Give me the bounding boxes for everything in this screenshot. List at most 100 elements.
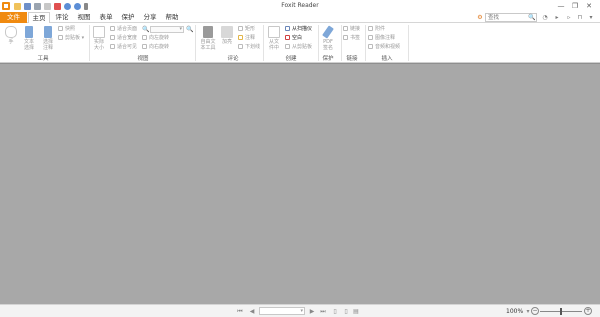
rectangle-button[interactable]: 矩形 [238,26,255,33]
fit-width-button[interactable]: 适合宽度 [110,35,137,42]
next-page-icon[interactable]: ▶ [308,308,316,315]
highlight-icon [221,26,233,38]
zoom-tool-icon[interactable]: 🔍 [142,26,149,33]
group-label-create: 创建 [285,56,297,62]
search-icon[interactable]: 🔍 [528,14,535,21]
highlight-button[interactable]: 加亮 [219,26,235,45]
select-annotation-button[interactable]: 选择 注释 [39,26,57,51]
hand-tool-button[interactable]: 手 [3,26,19,45]
link-icon [343,26,348,31]
page-number-input[interactable]: ▾ [259,307,305,315]
snapshot-icon [58,26,63,31]
fit-visible-button[interactable]: 适合可见 [110,44,137,51]
tab-share[interactable]: 分享 [140,12,160,23]
pdf-sign-button[interactable]: PDF 签名 [320,25,336,51]
audio-video-label: 音频和视频 [375,44,401,50]
rotate-left-label: 向左旋转 [149,35,170,41]
facing-pages-icon[interactable]: ▯ [342,308,350,315]
rotate-right-button[interactable]: 向右旋转 [142,44,169,51]
minimize-button[interactable]: — [554,1,568,11]
audio-video-button[interactable]: 音频和视频 [368,44,400,51]
blank-page-label: 空白 [292,35,303,41]
group-label-insert: 插入 [381,56,393,62]
fit-page-label: 适合页面 [117,26,138,32]
video-icon [368,44,373,49]
group-label-tools: 工具 [37,56,49,62]
blank-page-button[interactable]: 空白 [285,35,302,42]
window-controls: — ❐ ✕ [554,1,596,11]
tab-view[interactable]: 视图 [74,12,94,23]
from-scanner-button[interactable]: 从扫描仪 [285,26,312,33]
rectangle-icon [238,26,243,31]
previous-page-icon[interactable]: ◀ [248,308,256,315]
tab-comment[interactable]: 评论 [52,12,72,23]
fit-page-button[interactable]: 适合页面 [110,26,137,33]
status-bar: ⏮ ◀ ▾ ▶ ⏭ ▯ ▯ ▤ 100% ▾ − + [0,304,600,317]
note-button[interactable]: 注释 [238,35,255,42]
bookmark-button[interactable]: 书签 [343,35,360,42]
tab-file[interactable]: 文件 [0,12,27,23]
bookmark-icon [343,35,348,40]
single-page-icon[interactable]: ▯ [331,308,339,315]
snapshot-button[interactable]: 快照 [58,26,75,33]
ribbon-pin-icon[interactable]: ⊓ [576,13,584,22]
fit-width-label: 适合宽度 [117,35,138,41]
snapshot-label: 快照 [65,26,76,32]
search-options-icon[interactable]: ◔ [540,13,550,22]
hand-label: 手 [8,39,14,45]
last-page-icon[interactable]: ⏭ [319,308,327,315]
ribbon-collapse-icon[interactable]: ▾ [587,13,595,22]
search-box: 🔍 [485,13,537,22]
zoom-in-icon[interactable]: 🔍 [186,26,193,33]
group-label-protect: 保护 [322,56,334,62]
zoom-combo-box[interactable]: ▾ [150,26,184,33]
nav-forward-icon[interactable]: ▹ [565,13,573,22]
restore-button[interactable]: ❐ [568,1,582,11]
pdf-sign-label-2: 签名 [322,45,333,51]
note-icon [238,35,243,40]
from-file-icon [268,26,280,38]
select-text-icon [25,26,33,38]
window-title: Foxit Reader [281,2,319,9]
note-label: 注释 [245,35,256,41]
select-text-button[interactable]: 文本 选择 [20,26,38,51]
attachment-label: 附件 [375,26,386,32]
document-area[interactable] [0,63,600,304]
blank-page-icon [285,35,290,40]
image-annotation-button[interactable]: 图像注释 [368,35,395,42]
zoom-out-button[interactable]: − [531,307,539,315]
ribbon-separator [365,25,366,61]
rotate-left-icon [142,35,147,40]
ribbon-separator [89,25,90,61]
fit-visible-icon [110,44,115,49]
select-text-label-2: 选择 [23,45,34,51]
zoom-in-button[interactable]: + [584,307,592,315]
close-button[interactable]: ✕ [582,1,596,11]
pen-icon [322,25,334,39]
tab-protect[interactable]: 保护 [118,12,138,23]
image-annotation-label: 图像注释 [375,35,396,41]
actual-size-button[interactable]: 实际 大小 [91,26,107,51]
zoom-level: 100% [506,308,524,315]
from-clipboard-button[interactable]: 从剪贴板 [285,44,312,51]
from-file-button[interactable]: 从文 件中 [266,26,282,51]
tab-form[interactable]: 表单 [96,12,116,23]
nav-back-icon[interactable]: ▸ [553,13,561,22]
typewriter-button[interactable]: 自由文 本工具 [198,26,218,51]
rotate-right-icon [142,44,147,49]
first-page-icon[interactable]: ⏮ [236,308,244,315]
highlight-label: 加亮 [221,39,232,45]
link-button[interactable]: 链接 [343,26,360,33]
continuous-icon[interactable]: ▤ [352,308,360,315]
rotate-left-button[interactable]: 向左旋转 [142,35,169,42]
ribbon-separator [195,25,196,61]
underline-button[interactable]: 下划线 [238,44,260,51]
clipboard-button[interactable]: 剪贴板 ▾ [58,35,84,42]
search-input[interactable] [486,14,528,21]
underline-label: 下划线 [245,44,261,50]
find-settings-icon[interactable]: ⚙ [476,13,484,22]
tab-help[interactable]: 帮助 [162,12,182,23]
title-bar: Foxit Reader — ❐ ✕ [0,0,600,12]
zoom-slider-thumb[interactable] [560,308,562,315]
attachment-button[interactable]: 附件 [368,26,385,33]
